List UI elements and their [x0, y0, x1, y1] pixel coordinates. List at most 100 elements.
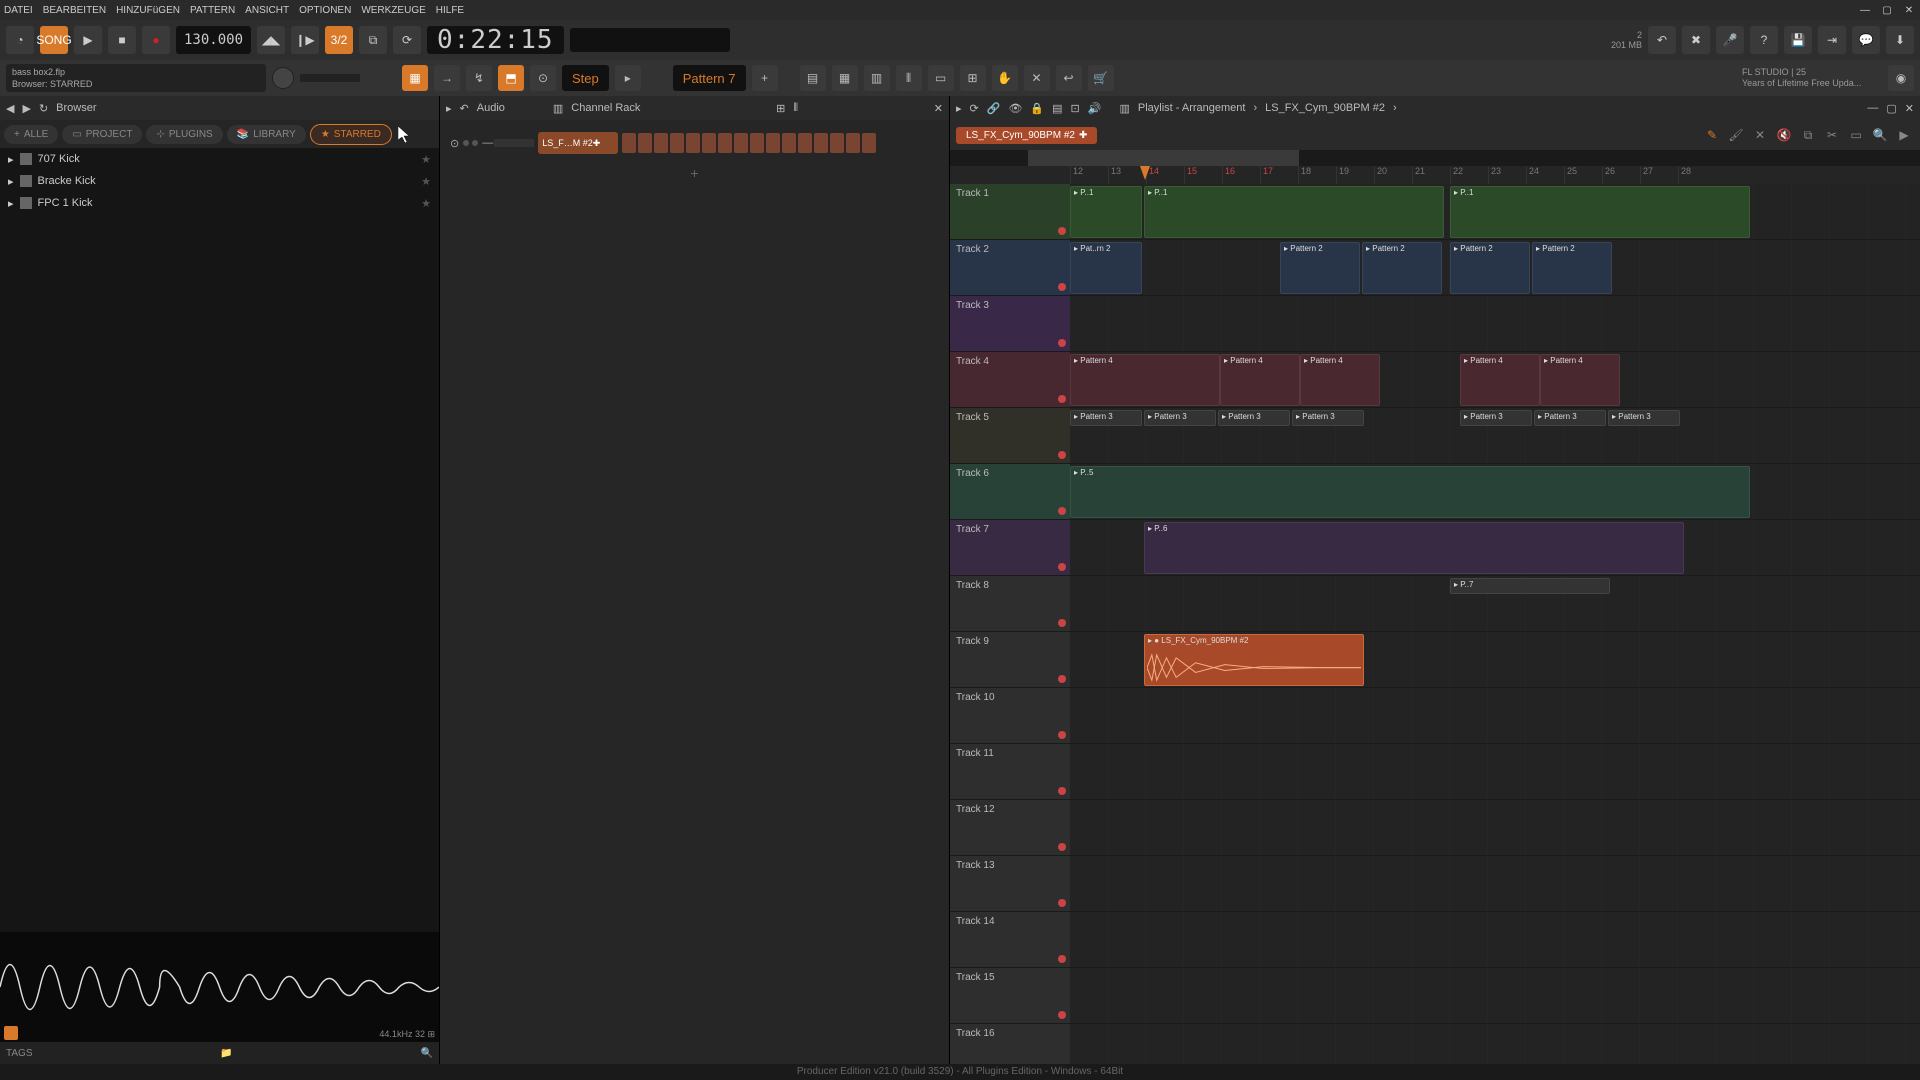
- cr-grid-icon[interactable]: ▥: [553, 102, 563, 115]
- play-button[interactable]: ▶: [74, 26, 102, 54]
- playlist-clip[interactable]: ▸ Pattern 3: [1292, 410, 1364, 426]
- tool-delete[interactable]: ✕: [1750, 125, 1770, 145]
- tempo-tap-button[interactable]: ✋: [992, 65, 1018, 91]
- track-lane[interactable]: ▸ P..1▸ P..1▸ P..1: [1070, 184, 1920, 239]
- star-icon[interactable]: ★: [421, 197, 431, 210]
- playlist-breadcrumb[interactable]: LS_FX_Cym_90BPM #2: [1265, 102, 1385, 114]
- pl-arr-icon[interactable]: ▤: [1052, 102, 1062, 115]
- tool-paint[interactable]: 🖌: [1726, 125, 1746, 145]
- playlist-clip[interactable]: ▸ P..1: [1144, 186, 1444, 238]
- menu-add[interactable]: HINZUFüGEN: [116, 5, 180, 16]
- menu-tools[interactable]: WERKZEUGE: [361, 5, 425, 16]
- browser-refresh-icon[interactable]: ↻: [39, 102, 48, 115]
- track-lane[interactable]: ▸ Pattern 4▸ Pattern 4▸ Pattern 4▸ Patte…: [1070, 352, 1920, 407]
- undo-history-button[interactable]: ↩: [1056, 65, 1082, 91]
- shop-button[interactable]: 🛒: [1088, 65, 1114, 91]
- track-mute-dot[interactable]: [1058, 1011, 1066, 1019]
- cr-view-icon[interactable]: ⊞: [776, 102, 785, 115]
- browser-tab-project[interactable]: ▭PROJECT: [62, 125, 142, 144]
- typing-kbd-button[interactable]: →: [434, 65, 460, 91]
- snap-select[interactable]: ⬒: [498, 65, 524, 91]
- menu-file[interactable]: DATEI: [4, 5, 33, 16]
- playlist-clip[interactable]: ▸ ● LS_FX_Cym_90BPM #2: [1144, 634, 1364, 686]
- track-lane[interactable]: ▸ Pat..rn 2▸ Pattern 2▸ Pattern 2▸ Patte…: [1070, 240, 1920, 295]
- playlist-clip[interactable]: ▸ Pattern 3: [1070, 410, 1142, 426]
- track-mute-dot[interactable]: [1058, 339, 1066, 347]
- channel-rack-button[interactable]: ▥: [864, 65, 890, 91]
- track-lane[interactable]: [1070, 1024, 1920, 1064]
- playlist-button[interactable]: ▤: [800, 65, 826, 91]
- blend-button[interactable]: ⧉: [359, 26, 387, 54]
- track-mute-dot[interactable]: [1058, 227, 1066, 235]
- cr-close-icon[interactable]: ✕: [934, 102, 943, 115]
- tempo-lcd[interactable]: 130.000: [176, 26, 251, 54]
- pl-link-icon[interactable]: 🔗: [987, 102, 1001, 115]
- news-button[interactable]: 💬: [1852, 26, 1880, 54]
- channel-name[interactable]: LS_F…M #2 ✚: [538, 132, 618, 154]
- plugin-db-button[interactable]: ⊞: [960, 65, 986, 91]
- playlist-clip[interactable]: ▸ P..1: [1070, 186, 1142, 238]
- track-lane[interactable]: ▸ ● LS_FX_Cym_90BPM #2: [1070, 632, 1920, 687]
- step-sequencer[interactable]: [622, 133, 876, 153]
- channel-volume[interactable]: [494, 139, 534, 147]
- playlist-clip[interactable]: ▸ Pattern 4: [1300, 354, 1380, 406]
- cr-back-icon[interactable]: ↶: [460, 102, 469, 115]
- cr-opts-icon[interactable]: ⫴: [793, 102, 798, 115]
- track-mute-dot[interactable]: [1058, 619, 1066, 627]
- main-volume-knob[interactable]: [272, 67, 294, 89]
- track-mute-dot[interactable]: [1058, 395, 1066, 403]
- menu-help[interactable]: HILFE: [436, 5, 464, 16]
- audio-label[interactable]: Audio: [477, 102, 505, 114]
- track-header[interactable]: Track 3: [950, 296, 1070, 351]
- track-header[interactable]: Track 5: [950, 408, 1070, 463]
- playlist-clip[interactable]: ▸ Pattern 3: [1608, 410, 1680, 426]
- ch-menu-icon[interactable]: ⊙: [450, 137, 459, 150]
- playlist-clip[interactable]: ▸ Pattern 2: [1532, 242, 1612, 294]
- tool-slice[interactable]: ✂: [1822, 125, 1842, 145]
- star-icon[interactable]: ★: [421, 175, 431, 188]
- playlist-clip[interactable]: ▸ P..1: [1450, 186, 1750, 238]
- playlist-clip[interactable]: ▸ Pattern 4: [1070, 354, 1220, 406]
- track-header[interactable]: Track 1: [950, 184, 1070, 239]
- track-header[interactable]: Track 16: [950, 1024, 1070, 1064]
- pl-menu-icon[interactable]: ▸: [956, 102, 962, 115]
- record-button[interactable]: ●: [142, 26, 170, 54]
- menu-view[interactable]: ANSICHT: [245, 5, 289, 16]
- loop-button[interactable]: ⟳: [393, 26, 421, 54]
- pattern-add[interactable]: +: [752, 65, 778, 91]
- track-lane[interactable]: [1070, 856, 1920, 911]
- cr-menu-icon[interactable]: ▸: [446, 102, 452, 115]
- preview-play-icon[interactable]: [4, 1026, 18, 1040]
- tags-label[interactable]: TAGS: [6, 1048, 32, 1059]
- playlist-clip[interactable]: ▸ Pattern 3: [1218, 410, 1290, 426]
- track-mute-dot[interactable]: [1058, 843, 1066, 851]
- track-header[interactable]: Track 12: [950, 800, 1070, 855]
- pl-max-icon[interactable]: ▢: [1886, 102, 1896, 115]
- track-lane[interactable]: [1070, 688, 1920, 743]
- track-header[interactable]: Track 8: [950, 576, 1070, 631]
- fl-logo-icon[interactable]: ◉: [1888, 65, 1914, 91]
- browser-item[interactable]: ▸Bracke Kick★: [0, 170, 439, 192]
- playlist-clip[interactable]: ▸ Pattern 4: [1220, 354, 1300, 406]
- metronome-button[interactable]: ◢◣: [257, 26, 285, 54]
- playlist-clip[interactable]: ▸ Pattern 2: [1362, 242, 1442, 294]
- track-lane[interactable]: [1070, 800, 1920, 855]
- selected-clip[interactable]: LS_FX_Cym_90BPM #2 ✚: [956, 127, 1097, 144]
- tool-play[interactable]: ▶: [1894, 125, 1914, 145]
- stop-button[interactable]: ■: [108, 26, 136, 54]
- browser-tab-all[interactable]: +ALLE: [4, 125, 58, 144]
- browser-tab-library[interactable]: 📚LIBRARY: [227, 125, 306, 144]
- add-channel-button[interactable]: +: [450, 160, 939, 186]
- pl-speaker-icon[interactable]: 🔊: [1088, 102, 1102, 115]
- folder-icon[interactable]: 📁: [220, 1048, 232, 1059]
- browser-button[interactable]: ▭: [928, 65, 954, 91]
- track-mute-dot[interactable]: [1058, 283, 1066, 291]
- track-header[interactable]: Track 15: [950, 968, 1070, 1023]
- track-header[interactable]: Track 7: [950, 520, 1070, 575]
- playlist-ruler[interactable]: 1213141516171819202122232425262728: [950, 166, 1920, 184]
- pl-sync-icon[interactable]: ⟳: [970, 102, 979, 115]
- close-icon[interactable]: ✕: [1902, 5, 1916, 16]
- browser-item[interactable]: ▸FPC 1 Kick★: [0, 192, 439, 214]
- playlist-clip[interactable]: ▸ Pattern 4: [1540, 354, 1620, 406]
- tool-mute[interactable]: 🔇: [1774, 125, 1794, 145]
